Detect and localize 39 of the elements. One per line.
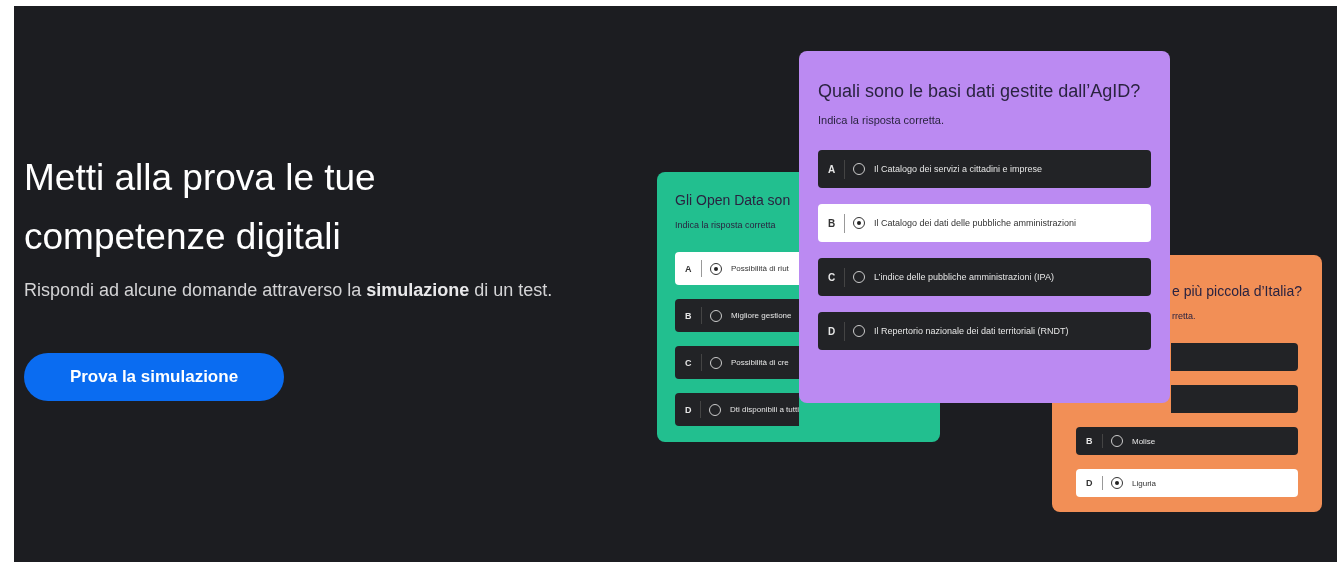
- option-letter: D: [828, 325, 837, 337]
- option-text: L’indice delle pubbliche amministrazioni (IPA): [874, 272, 1054, 282]
- option-letter: C: [828, 271, 837, 283]
- option-text: Migliore gestione: [731, 311, 792, 320]
- answer-option[interactable]: D Il Repertorio nazionale dei dati territoriali (RNDT): [818, 312, 1151, 350]
- option-letter: D: [685, 404, 693, 415]
- option-text: Possibilità di riut: [731, 264, 789, 273]
- question-title: Gli Open Data son: [675, 192, 791, 208]
- question-hint: Indica la risposta corretta.: [818, 114, 944, 126]
- option-letter: D: [1086, 478, 1094, 488]
- answer-option[interactable]: B Il Catalogo dei dati delle pubbliche amministrazioni: [818, 204, 1151, 242]
- question-hint: rretta.: [1172, 311, 1196, 321]
- answer-option[interactable]: A Il Catalogo dei servizi a cittadini e imprese: [818, 150, 1151, 188]
- answer-option[interactable]: B Molise: [1076, 427, 1298, 455]
- option-text: Dti disponibili a tutti: [730, 405, 799, 414]
- answer-option[interactable]: D Dti disponibili a tutti: [675, 393, 799, 426]
- option-text: Molise: [1132, 436, 1156, 446]
- hero-subtitle: Rispondi ad alcune domande attraverso la simulazione di un test.: [24, 279, 554, 301]
- option-letter: B: [685, 310, 693, 321]
- option-letter: A: [685, 263, 693, 274]
- hero-title: Metti alla prova le tue competenze digitali: [24, 155, 377, 259]
- option-letter: C: [685, 357, 693, 368]
- option-text: Liguria: [1132, 478, 1156, 488]
- answer-option[interactable]: A Possibilità di riut: [675, 252, 799, 285]
- option-letter: B: [1086, 436, 1094, 446]
- option-letter: A: [828, 163, 837, 175]
- option-letter: B: [828, 217, 837, 229]
- option-text: Il Catalogo dei dati delle pubbliche amministrazioni: [874, 218, 1077, 228]
- question-title: e più piccola d’Italia?: [1172, 283, 1302, 299]
- answer-option[interactable]: B Migliore gestione: [675, 299, 799, 332]
- start-simulation-button[interactable]: Prova la simulazione: [24, 352, 284, 401]
- option-text: Il Repertorio nazionale dei dati territoriali (RNDT): [874, 326, 1069, 336]
- answer-option[interactable]: D Liguria: [1076, 469, 1298, 497]
- question-hint: Indica la risposta corretta: [675, 220, 776, 230]
- option-text: Possibilità di cre: [731, 358, 789, 367]
- answer-option[interactable]: C Possibilità di cre: [675, 346, 799, 379]
- question-title: Quali sono le basi dati gestite dall’AgID?: [818, 81, 1141, 102]
- answer-option[interactable]: C L’indice delle pubbliche amministrazioni (IPA): [818, 258, 1151, 296]
- option-text: Il Catalogo dei servizi a cittadini e imprese: [874, 164, 1043, 174]
